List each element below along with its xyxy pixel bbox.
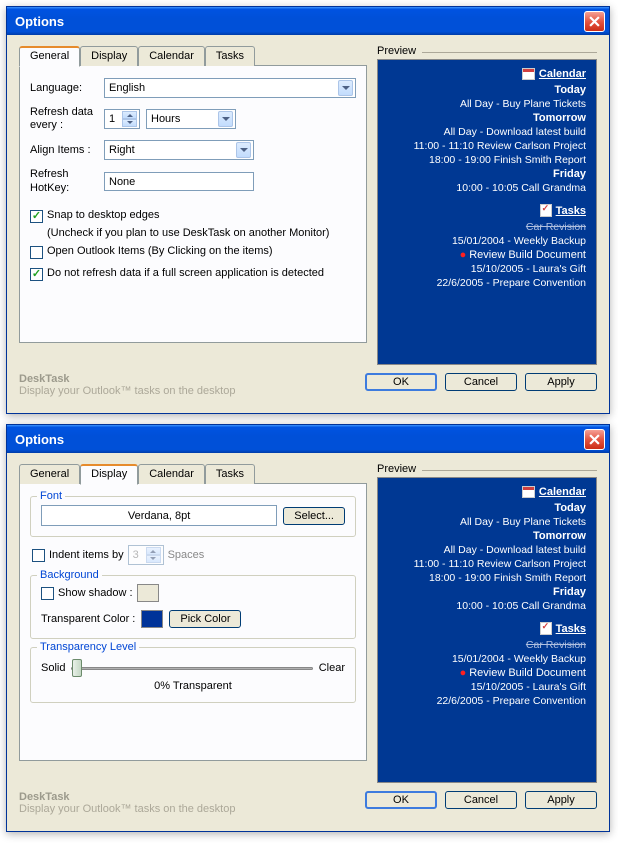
alert-icon: ●	[460, 249, 467, 261]
tab-panel-display: Font Verdana, 8pt Select... Indent items…	[19, 483, 367, 761]
alert-icon: ●	[460, 667, 467, 679]
spin-up-icon[interactable]	[146, 547, 161, 555]
shadow-checkbox[interactable]	[41, 587, 54, 600]
close-icon	[589, 16, 600, 27]
align-label: Align Items :	[30, 144, 98, 156]
tab-bar: General Display Calendar Tasks	[19, 45, 367, 65]
transparency-group: Transparency Level Solid Clear 0% Transp…	[30, 647, 356, 703]
language-label: Language:	[30, 82, 98, 94]
no-refresh-fullscreen-label: Do not refresh data if a full screen app…	[47, 267, 324, 279]
ok-button[interactable]: OK	[365, 373, 437, 391]
calendar-icon	[522, 68, 535, 80]
background-group: Background Show shadow : Transparent Col…	[30, 575, 356, 639]
spin-down-icon[interactable]	[146, 555, 161, 563]
refresh-label: Refresh data every :	[30, 106, 98, 132]
transparent-color-swatch[interactable]	[141, 610, 163, 628]
refresh-interval-spinner[interactable]: 1	[104, 109, 140, 129]
font-group: Font Verdana, 8pt Select...	[30, 496, 356, 537]
transcolor-label: Transparent Color :	[41, 613, 135, 625]
apply-button[interactable]: Apply	[525, 373, 597, 391]
shadow-label: Show shadow :	[58, 587, 133, 599]
transparency-slider[interactable]	[71, 667, 312, 670]
tasks-icon	[540, 622, 552, 635]
chevron-down-icon	[218, 111, 233, 127]
snap-checkbox[interactable]	[30, 210, 43, 223]
preview-pane: Calendar Today All Day - Buy Plane Ticke…	[377, 477, 597, 783]
cancel-button[interactable]: Cancel	[445, 791, 517, 809]
close-button[interactable]	[584, 429, 605, 450]
apply-button[interactable]: Apply	[525, 791, 597, 809]
tab-panel-general: Language: English Refresh data every : 1…	[19, 65, 367, 343]
clear-label: Clear	[319, 662, 345, 674]
tasks-icon	[540, 204, 552, 217]
spin-down-icon[interactable]	[122, 119, 137, 127]
tab-general[interactable]: General	[19, 46, 80, 67]
tab-tasks[interactable]: Tasks	[205, 464, 255, 484]
language-select[interactable]: English	[104, 78, 356, 98]
indent-label: Indent items by	[49, 549, 124, 561]
slider-thumb[interactable]	[72, 659, 82, 677]
snap-label: Snap to desktop edges	[47, 209, 160, 221]
cancel-button[interactable]: Cancel	[445, 373, 517, 391]
titlebar[interactable]: Options	[7, 7, 609, 35]
preview-pane: Calendar Today All Day - Buy Plane Ticke…	[377, 59, 597, 365]
hotkey-input[interactable]: None	[104, 172, 254, 191]
preview-label: Preview	[377, 45, 416, 57]
snap-subtext: (Uncheck if you plan to use DeskTask on …	[47, 227, 356, 239]
tab-general[interactable]: General	[19, 464, 80, 484]
chevron-down-icon	[338, 80, 353, 96]
no-refresh-fullscreen-checkbox[interactable]	[30, 268, 43, 281]
tab-bar: General Display Calendar Tasks	[19, 463, 367, 483]
hotkey-label: Refresh HotKey:	[30, 168, 98, 194]
ok-button[interactable]: OK	[365, 791, 437, 809]
chevron-down-icon	[236, 142, 251, 158]
tab-tasks[interactable]: Tasks	[205, 46, 255, 66]
refresh-unit-select[interactable]: Hours	[146, 109, 236, 129]
preview-label: Preview	[377, 463, 416, 475]
tab-display[interactable]: Display	[80, 46, 138, 66]
open-outlook-checkbox[interactable]	[30, 246, 43, 259]
solid-label: Solid	[41, 662, 65, 674]
indent-unit: Spaces	[168, 549, 205, 561]
shadow-color-swatch[interactable]	[137, 584, 159, 602]
close-button[interactable]	[584, 11, 605, 32]
close-icon	[589, 434, 600, 445]
indent-spinner[interactable]: 3	[128, 545, 164, 565]
font-select-button[interactable]: Select...	[283, 507, 345, 525]
tab-calendar[interactable]: Calendar	[138, 46, 205, 66]
tab-calendar[interactable]: Calendar	[138, 464, 205, 484]
calendar-icon	[522, 486, 535, 498]
window-title: Options	[11, 432, 584, 447]
indent-checkbox[interactable]	[32, 549, 45, 562]
align-select[interactable]: Right	[104, 140, 254, 160]
tab-display[interactable]: Display	[80, 464, 138, 485]
pick-color-button[interactable]: Pick Color	[169, 610, 241, 628]
window-title: Options	[11, 14, 584, 29]
options-window-general: Options General Display Calendar Tasks L…	[6, 6, 610, 414]
font-display: Verdana, 8pt	[41, 505, 277, 526]
open-outlook-label: Open Outlook Items (By Clicking on the i…	[47, 245, 273, 257]
options-window-display: Options General Display Calendar Tasks F…	[6, 424, 610, 832]
transparency-value: 0% Transparent	[41, 680, 345, 692]
titlebar[interactable]: Options	[7, 425, 609, 453]
spin-up-icon[interactable]	[122, 111, 137, 119]
